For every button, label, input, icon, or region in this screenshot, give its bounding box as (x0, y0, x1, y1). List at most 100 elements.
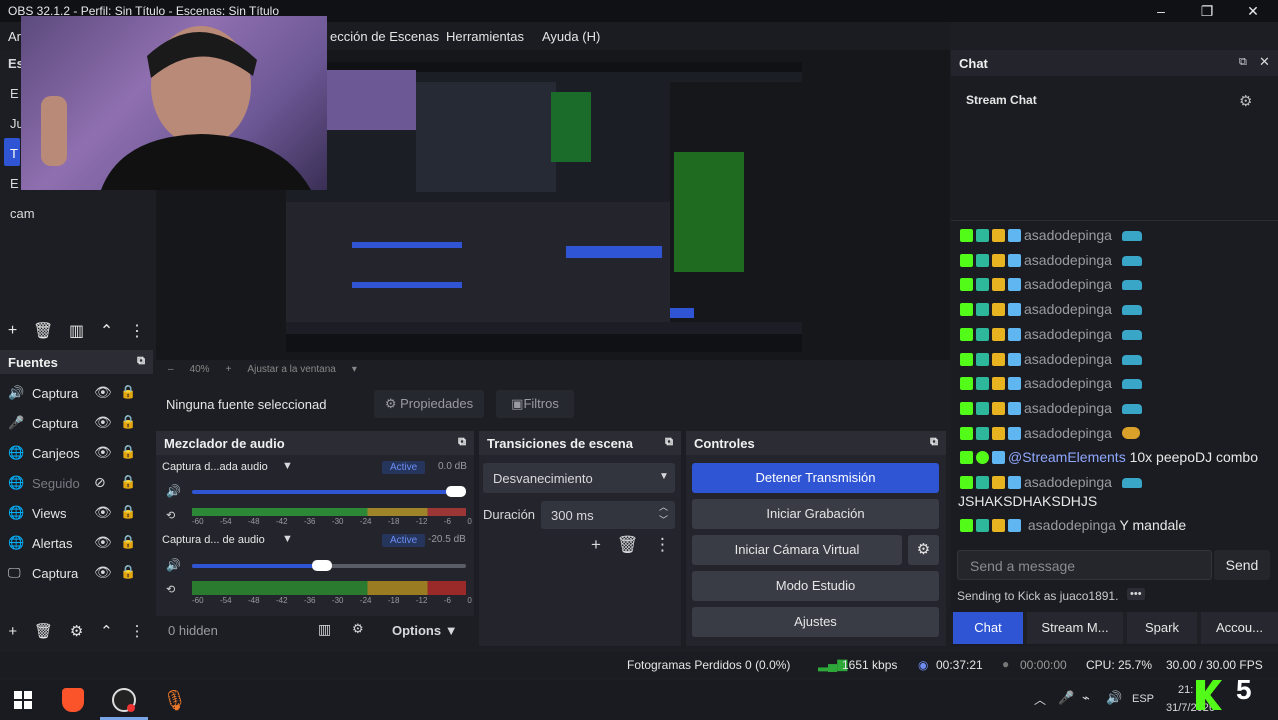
chevron-down-icon[interactable]: ▾ (352, 364, 357, 375)
tab-stream-manager[interactable]: Stream M... (1027, 612, 1123, 644)
volume-slider-handle[interactable] (312, 560, 332, 571)
chat-username[interactable]: asadodepinga (1024, 425, 1112, 441)
menu-scene-collection[interactable]: ección de Escenas (330, 29, 439, 44)
filters-button[interactable]: ▣Filtros (496, 390, 574, 418)
source-item[interactable]: 🌐 Seguido ⊘ 🔒 (8, 470, 148, 498)
add-transition-icon[interactable]: + (591, 535, 601, 555)
source-settings-icon[interactable]: ⚙ (70, 622, 83, 640)
audio-settings-icon[interactable]: ⟲ (166, 583, 175, 596)
maximize-button[interactable]: ❐ (1184, 0, 1230, 22)
move-up-icon[interactable]: ⌃ (100, 622, 113, 640)
chat-username[interactable]: asadodepinga (1024, 375, 1112, 391)
transition-select[interactable]: Desvanecimiento ▼ (483, 463, 675, 493)
speaker-icon[interactable]: 🔊 (166, 484, 181, 498)
studio-mode-button[interactable]: Modo Estudio (692, 571, 939, 601)
clock-time[interactable]: 21: (1178, 684, 1193, 696)
duration-input[interactable]: 300 ms ︿ ﹀ (541, 501, 675, 529)
menu-archivo[interactable]: Ar (8, 29, 21, 44)
speaker-icon[interactable]: 🔊 (166, 558, 181, 572)
send-button[interactable]: Send (1214, 550, 1270, 580)
tab-chat[interactable]: Chat (953, 612, 1023, 644)
volume-slider[interactable] (192, 490, 466, 494)
chat-username[interactable]: asadodepinga (1024, 474, 1112, 490)
close-icon[interactable]: ✕ (1259, 54, 1270, 70)
scene-filters-icon[interactable]: ▥ (69, 321, 84, 341)
eye-icon[interactable]: 👁 (94, 444, 112, 461)
remove-source-icon[interactable]: 🗑 (34, 622, 53, 640)
mixer-settings-icon[interactable]: ⚙ (352, 621, 364, 637)
zoom-out-button[interactable]: – (168, 364, 174, 375)
network-icon[interactable]: ⌁ (1082, 690, 1090, 706)
undock-icon[interactable]: ⧉ (1239, 56, 1247, 69)
eye-icon[interactable]: 👁 (94, 504, 112, 521)
lock-icon[interactable]: 🔒 (120, 444, 136, 460)
start-virtual-camera-button[interactable]: Iniciar Cámara Virtual (692, 535, 902, 565)
add-source-icon[interactable]: + (8, 623, 17, 640)
audio-settings-icon[interactable]: ⟲ (166, 509, 175, 522)
tab-spark[interactable]: Spark (1127, 612, 1197, 644)
eye-off-icon[interactable]: ⊘ (94, 474, 106, 491)
zoom-in-button[interactable]: + (226, 364, 232, 375)
microphone-icon[interactable]: 🎤 (1058, 690, 1074, 706)
source-item[interactable]: 🌐 Views 👁 🔒 (8, 500, 148, 528)
scene-item[interactable]: T (10, 146, 18, 161)
undock-icon[interactable]: ⧉ (137, 355, 145, 368)
tab-account[interactable]: Accou... (1201, 612, 1278, 644)
eye-icon[interactable]: 👁 (94, 414, 112, 431)
source-item[interactable]: 🌐 Alertas 👁 🔒 (8, 530, 148, 558)
undock-icon[interactable]: ⧉ (458, 436, 466, 449)
lock-icon[interactable]: 🔒 (120, 564, 136, 580)
microphone-app-icon[interactable]: 🎙 (162, 688, 187, 713)
fit-window-button[interactable]: Ajustar a la ventana (247, 364, 335, 375)
more-icon[interactable]: ⋮ (130, 622, 145, 640)
lock-icon[interactable]: 🔒 (120, 504, 136, 520)
more-icon[interactable]: ⋮ (654, 535, 671, 555)
eye-icon[interactable]: 👁 (94, 384, 112, 401)
chat-username[interactable]: asadodepinga (1024, 227, 1112, 243)
source-item[interactable]: 🔊 Captura 👁 🔒 (8, 380, 148, 408)
add-scene-icon[interactable]: + (8, 322, 17, 340)
chat-username[interactable]: asadodepinga (1024, 301, 1112, 317)
chat-username[interactable]: @StreamElements (1008, 449, 1126, 465)
lock-icon[interactable]: 🔒 (120, 474, 136, 490)
chat-username[interactable]: asadodepinga (1024, 276, 1112, 292)
gear-icon[interactable]: ⚙ (1239, 92, 1252, 110)
settings-button[interactable]: Ajustes (692, 607, 939, 637)
source-item[interactable]: 🌐 Canjeos 👁 🔒 (8, 440, 148, 468)
layout-icon[interactable]: ▥ (318, 621, 331, 638)
brave-browser-icon[interactable] (62, 688, 84, 712)
eye-icon[interactable]: 👁 (94, 534, 112, 551)
chevron-down-icon[interactable]: ▼ (282, 533, 293, 545)
undock-icon[interactable]: ⧉ (665, 436, 673, 449)
lock-icon[interactable]: 🔒 (120, 414, 136, 430)
stepper-icon[interactable]: ︿ ﹀ (659, 501, 668, 527)
remove-transition-icon[interactable]: 🗑 (617, 535, 639, 555)
options-button[interactable]: Options ▼ (392, 623, 458, 638)
chat-username[interactable]: asadodepinga (1024, 326, 1112, 342)
source-item[interactable]: 🎤 Captura 👁 🔒 (8, 410, 148, 438)
volume-slider-handle[interactable] (446, 486, 466, 497)
chat-username[interactable]: asadodepinga (1024, 400, 1112, 416)
chat-username[interactable]: asadodepinga (1028, 517, 1116, 533)
scene-item[interactable]: E (10, 176, 19, 191)
close-button[interactable]: ✕ (1230, 0, 1276, 22)
language-indicator[interactable]: ESP (1132, 693, 1154, 705)
notification-count-icon[interactable]: 5 (1236, 674, 1252, 706)
undock-icon[interactable]: ⧉ (930, 436, 938, 449)
chat-username[interactable]: asadodepinga (1024, 252, 1112, 268)
lock-icon[interactable]: 🔒 (120, 534, 136, 550)
more-icon[interactable]: ••• (1127, 588, 1145, 600)
chat-input[interactable]: Send a message (957, 550, 1212, 580)
remove-scene-icon[interactable]: 🗑 (33, 321, 53, 341)
menu-tools[interactable]: Herramientas (446, 29, 524, 44)
start-recording-button[interactable]: Iniciar Grabación (692, 499, 939, 529)
source-item[interactable]: 🖵 Captura 👁 🔒 (8, 560, 148, 588)
more-icon[interactable]: ⋮ (129, 321, 145, 341)
chat-username[interactable]: asadodepinga (1024, 351, 1112, 367)
chevron-up-icon[interactable]: ︿ (1034, 691, 1046, 708)
windows-start-icon[interactable] (14, 691, 32, 709)
virtual-camera-settings-icon[interactable]: ⚙ (908, 535, 939, 565)
menu-help[interactable]: Ayuda (H) (542, 29, 600, 44)
volume-icon[interactable]: 🔊 (1106, 690, 1122, 706)
minimize-button[interactable]: – (1138, 0, 1184, 22)
